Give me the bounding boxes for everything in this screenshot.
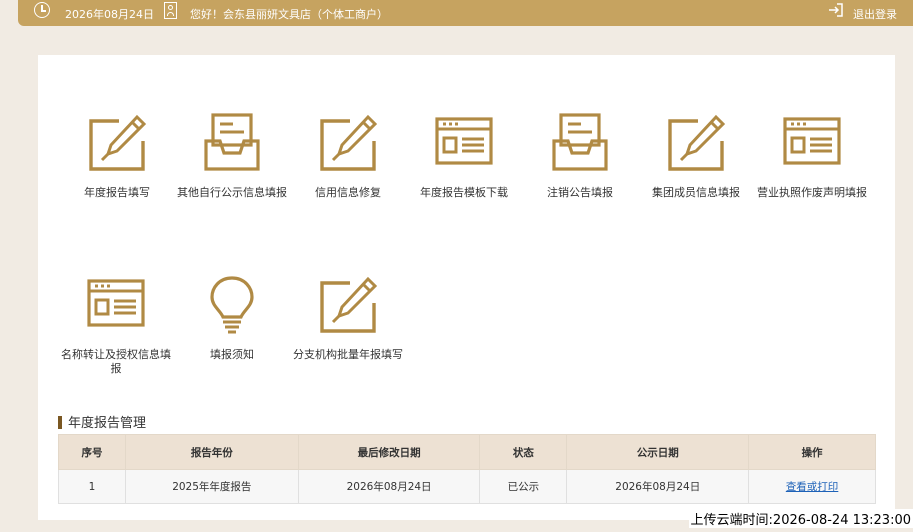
top-bar: 2026年08月24日 您好！会东县丽妍文具店（个体工商户） 退出登录 (18, 0, 913, 26)
browser-window-icon (87, 279, 145, 327)
row-modified-date: 2026年08月24日 (297, 469, 481, 504)
tile-other-disclosure[interactable]: 其他自行公示信息填报 (172, 113, 292, 200)
tile-label: 年度报告填写 (84, 186, 150, 199)
row-report-year: 2025年年度报告 (124, 469, 299, 504)
row-published-date: 2026年08月24日 (566, 469, 750, 504)
user-badge-icon (164, 2, 177, 19)
tile-label: 集团成员信息填报 (652, 186, 740, 199)
column-header: 序号 (58, 434, 126, 470)
tile-label: 分支机构批量年报填写 (293, 348, 403, 361)
tile-label: 营业执照作废声明填报 (757, 186, 867, 199)
tile-name-transfer[interactable]: 名称转让及授权信息填报 (56, 275, 176, 376)
tile-label: 信用信息修复 (315, 186, 381, 199)
tile-label: 其他自行公示信息填报 (177, 186, 287, 199)
table-row: 1 2025年年度报告 2026年08月24日 已公示 2026年08月24日 … (58, 469, 876, 504)
lightbulb-icon (210, 276, 254, 334)
tile-cancellation-notice[interactable]: 注销公告填报 (520, 113, 640, 200)
row-action-cell: 查看或打印 (748, 469, 876, 504)
tile-branch-batch-report[interactable]: 分支机构批量年报填写 (288, 275, 408, 362)
section-title-text: 年度报告管理 (68, 416, 147, 431)
row-index: 1 (58, 469, 126, 504)
inbox-tray-icon (552, 113, 608, 171)
edit-icon (320, 114, 378, 171)
tile-label: 名称转让及授权信息填报 (61, 348, 171, 375)
main-panel: 年度报告填写 其他自行公示信息填报 信用信息修复 年度报告模板下载 注销公告填报… (38, 55, 895, 520)
tile-group-member[interactable]: 集团成员信息填报 (636, 113, 756, 200)
edit-icon (89, 114, 147, 171)
tile-annual-report[interactable]: 年度报告填写 (57, 113, 177, 200)
column-header: 状态 (479, 434, 568, 470)
column-header: 公示日期 (566, 434, 750, 470)
tile-label: 年度报告模板下载 (420, 186, 508, 199)
browser-window-icon (783, 117, 841, 165)
tile-credit-repair[interactable]: 信用信息修复 (288, 113, 408, 200)
table-header-row: 序号 报告年份 最后修改日期 状态 公示日期 操作 (58, 434, 876, 470)
upload-timestamp: 上传云端时间:2026-08-24 13:23:00 (688, 509, 913, 528)
logout-button[interactable]: 退出登录 (853, 6, 897, 22)
annual-report-table: 序号 报告年份 最后修改日期 状态 公示日期 操作 1 2025年年度报告 20… (58, 434, 876, 504)
tile-license-void[interactable]: 营业执照作废声明填报 (752, 113, 872, 200)
row-status: 已公示 (479, 469, 568, 504)
browser-window-icon (435, 117, 493, 165)
edit-icon (668, 114, 726, 171)
column-header: 操作 (748, 434, 876, 470)
tile-template-download[interactable]: 年度报告模板下载 (404, 113, 524, 200)
clock-icon (34, 2, 50, 18)
current-date: 2026年08月24日 (65, 8, 154, 21)
greeting-text: 您好！会东县丽妍文具店（个体工商户） (190, 8, 388, 21)
tile-filing-notice[interactable]: 填报须知 (172, 275, 292, 362)
inbox-tray-icon (204, 113, 260, 171)
tile-label: 注销公告填报 (547, 186, 613, 199)
logout-icon[interactable] (828, 2, 844, 18)
column-header: 报告年份 (124, 434, 299, 470)
column-header: 最后修改日期 (297, 434, 481, 470)
view-print-link[interactable]: 查看或打印 (786, 481, 839, 493)
edit-icon (320, 276, 378, 333)
tile-label: 填报须知 (210, 348, 254, 361)
section-marker (58, 416, 62, 429)
section-title: 年度报告管理 (58, 412, 146, 431)
